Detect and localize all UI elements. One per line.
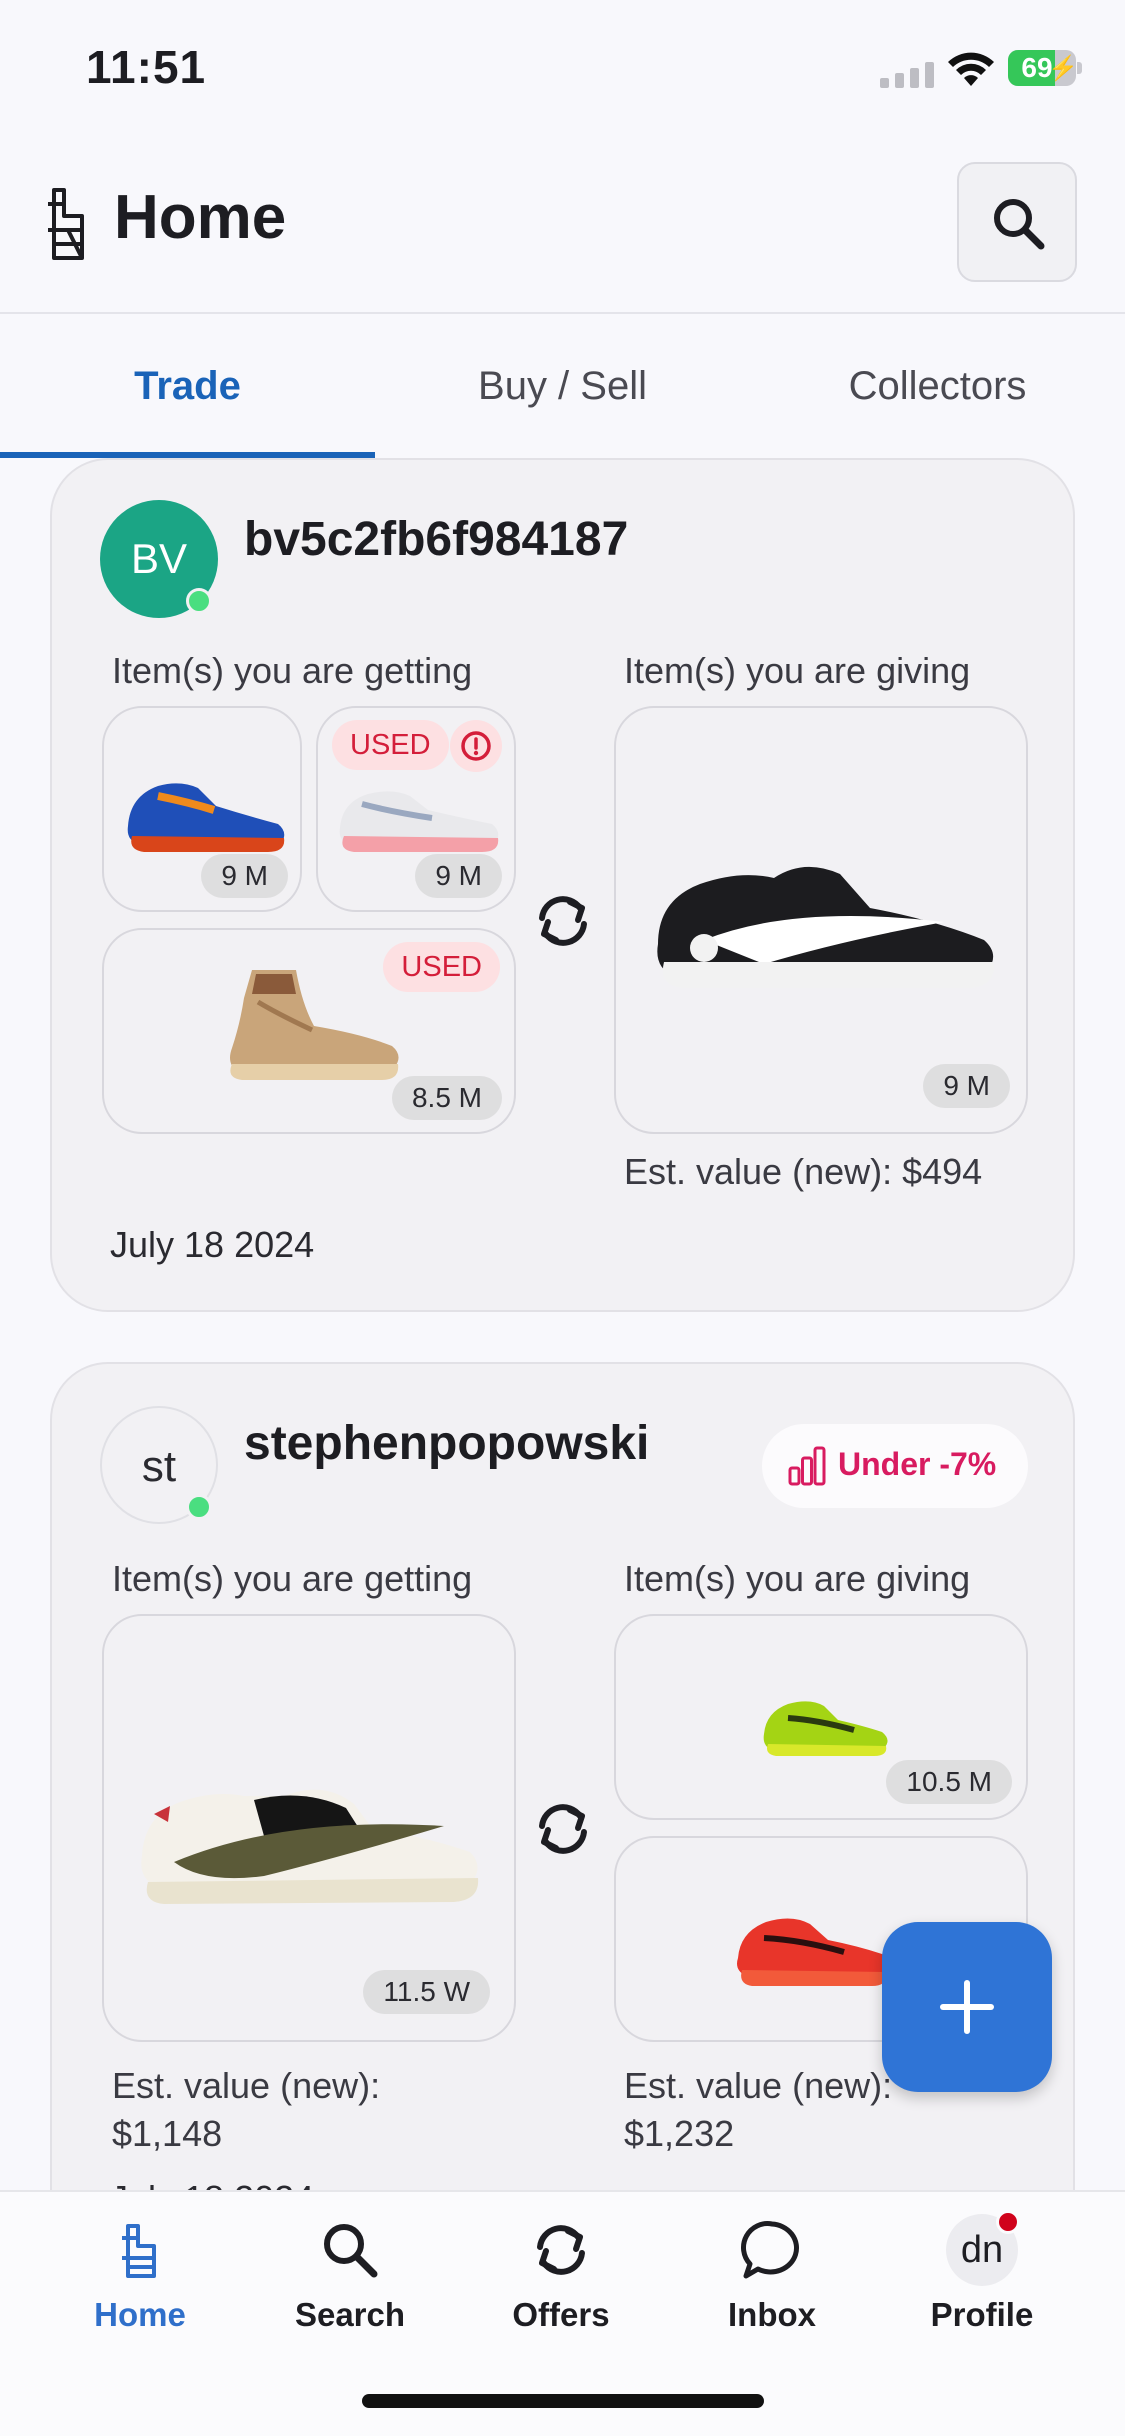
size-badge: 9 M: [923, 1064, 1010, 1108]
nav-offers-label: Offers: [512, 2296, 610, 2333]
online-indicator: [186, 1494, 212, 1520]
nav-inbox-label: Inbox: [728, 2296, 816, 2333]
profile-initials: dn: [960, 2229, 1004, 2271]
nav-home-label: Home: [94, 2296, 186, 2333]
olive-lowtop-sneaker-icon: [141, 1789, 479, 1904]
trade-item[interactable]: 10.5 M: [614, 1614, 1028, 1820]
tab-buy-sell[interactable]: Buy / Sell: [375, 316, 750, 460]
black-white-sneaker-icon: [657, 866, 995, 988]
swap-icon: [539, 1804, 587, 1854]
nav-search-label: Search: [294, 2296, 406, 2333]
tab-trade[interactable]: Trade: [0, 316, 375, 460]
tab-bar: Trade Buy / Sell Collectors: [0, 316, 1125, 460]
giving-estimated-value: $1,232: [624, 2113, 735, 2154]
refresh-icon: [537, 2225, 585, 2275]
nav-search[interactable]: Search: [250, 2214, 450, 2344]
nav-profile[interactable]: dn Profile: [882, 2210, 1082, 2344]
tab-collectors[interactable]: Collectors: [750, 316, 1125, 460]
estimated-value: Est. value (new): $494: [624, 1151, 983, 1192]
nav-offers[interactable]: Offers: [461, 2214, 661, 2344]
deal-badge-label: Under -7%: [838, 1446, 997, 1482]
battery-icon: 69 ⚡: [1008, 50, 1082, 86]
swap-icon: [539, 896, 587, 946]
charging-bolt-icon: ⚡: [1048, 55, 1078, 82]
getting-value-label: Est. value (new):: [112, 2065, 381, 2106]
nav-inbox[interactable]: Inbox: [672, 2214, 872, 2344]
getting-label: Item(s) you are getting: [112, 1558, 473, 1599]
getting-label: Item(s) you are getting: [112, 650, 473, 691]
profile-avatar: dn: [946, 2210, 1020, 2286]
notification-dot: [996, 2210, 1020, 2234]
trade-item[interactable]: 9 M: [614, 706, 1028, 1134]
status-bar: 11:51 69 ⚡: [0, 0, 1125, 140]
nav-home[interactable]: Home: [40, 2214, 240, 2344]
used-badge: USED: [332, 720, 449, 770]
trade-item[interactable]: USED 9 M: [316, 706, 516, 912]
getting-estimated-value: $1,148: [112, 2113, 223, 2154]
home-logo-icon: [122, 2224, 156, 2278]
search-icon: [324, 2224, 378, 2278]
bar-chart-icon: [788, 1446, 826, 1486]
trade-date: July 18 2024: [110, 1224, 315, 1265]
nav-profile-label: Profile: [930, 2296, 1034, 2333]
size-badge: 9 M: [415, 854, 502, 898]
trade-item[interactable]: 9 M: [102, 706, 302, 912]
size-badge: 8.5 M: [391, 1076, 502, 1120]
search-icon: [994, 199, 1045, 250]
username[interactable]: stephenpopowski: [244, 1416, 649, 1471]
blue-orange-sneaker-icon: [127, 783, 285, 852]
white-pink-sneaker-icon: [339, 791, 499, 852]
create-trade-button[interactable]: [882, 1922, 1052, 2092]
wifi-icon: [948, 52, 994, 86]
size-badge: 9 M: [201, 854, 288, 898]
deal-badge: Under -7%: [762, 1424, 1028, 1508]
red-sneaker-icon: [737, 1918, 888, 1986]
app-logo-icon: [48, 188, 84, 260]
trade-date: July 18 2024: [110, 2178, 314, 2190]
giving-label: Item(s) you are giving: [624, 1558, 971, 1599]
trade-item[interactable]: 11.5 W: [102, 1614, 516, 2042]
alert-circle-icon: [461, 731, 491, 761]
size-badge: 10.5 M: [886, 1760, 1012, 1804]
giving-value-label: Est. value (new):: [624, 2065, 893, 2106]
plus-icon: [940, 1980, 994, 2034]
cellular-signal-icon: [880, 62, 934, 88]
trade-card[interactable]: BV bv5c2fb6f984187 Item(s) you are getti…: [50, 458, 1075, 1312]
tan-highop-sneaker-icon: [230, 970, 399, 1080]
header-search-button[interactable]: [957, 162, 1077, 282]
chat-bubble-icon: [741, 2221, 799, 2279]
used-badge: USED: [383, 942, 500, 992]
status-time: 11:51: [86, 41, 207, 93]
app-header: Home: [0, 140, 1125, 314]
username[interactable]: bv5c2fb6f984187: [244, 512, 628, 567]
condition-alert-button[interactable]: [450, 720, 502, 772]
online-indicator: [186, 588, 212, 614]
size-badge: 11.5 W: [363, 1970, 490, 2014]
page-title: Home: [114, 183, 287, 252]
trade-item[interactable]: USED 8.5 M: [102, 928, 516, 1134]
green-sneaker-icon: [763, 1701, 888, 1756]
home-indicator: [362, 2394, 764, 2408]
giving-label: Item(s) you are giving: [624, 650, 971, 691]
